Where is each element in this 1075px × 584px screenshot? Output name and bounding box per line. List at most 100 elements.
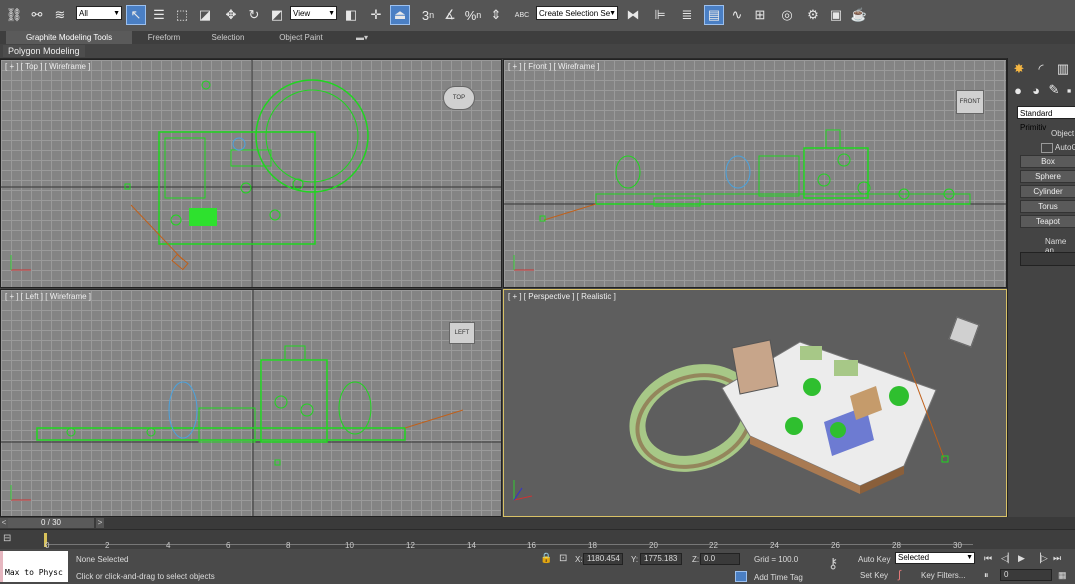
add-time-tag-button[interactable]: Add Time Tag xyxy=(754,573,803,582)
mirror-icon[interactable]: ⧓ xyxy=(623,5,643,25)
maxscript-text: Max to Physc xyxy=(5,568,63,577)
frame-counter[interactable]: 0 / 30 xyxy=(8,518,94,528)
current-frame-field[interactable]: 0 xyxy=(1000,569,1052,581)
left-wireframe-scene xyxy=(1,290,501,516)
percent-snap-icon[interactable]: % n xyxy=(463,5,483,25)
align-icon[interactable]: ⊫ xyxy=(650,5,670,25)
schematic-view-icon[interactable]: ⊞ xyxy=(750,5,770,25)
select-manipulate-icon[interactable]: ✛ xyxy=(366,5,386,25)
torus-button[interactable]: Torus xyxy=(1020,200,1075,213)
hierarchy-tab-icon[interactable]: ▥ xyxy=(1054,60,1072,78)
bind-spacewarp-icon[interactable]: ≋ xyxy=(50,5,70,25)
go-to-start-icon[interactable]: ⏮ xyxy=(984,553,992,564)
keyboard-shortcut-toggle-icon[interactable]: ⏏ xyxy=(390,5,410,25)
shapes-icon[interactable]: ◕ xyxy=(1028,82,1044,98)
rendered-frame-icon[interactable]: ▣ xyxy=(826,5,846,25)
modify-tab-icon[interactable]: ◜ xyxy=(1032,60,1050,78)
time-configuration-icon[interactable]: ▦ xyxy=(1058,570,1067,581)
set-key-mode-icon[interactable]: ⚷ xyxy=(828,555,838,572)
front-wireframe-scene xyxy=(504,129,1006,271)
auto-key-button[interactable]: Auto Key xyxy=(858,555,890,564)
select-object-icon[interactable]: ↖ xyxy=(126,5,146,25)
viewcube-top[interactable]: TOP xyxy=(443,86,475,110)
layer-manager-icon[interactable]: ≣ xyxy=(677,5,697,25)
use-pivot-icon[interactable]: ◧ xyxy=(341,5,361,25)
named-selection-set-select[interactable]: Create Selection Se ▼ xyxy=(536,6,618,20)
tab-graphite-modeling-tools[interactable]: Graphite Modeling Tools xyxy=(6,31,132,44)
previous-frame-icon[interactable]: ◁▏ xyxy=(1001,553,1015,564)
x-coordinate-field[interactable]: 1180.454 xyxy=(583,553,623,565)
box-button[interactable]: Box xyxy=(1020,155,1075,168)
autogrid-checkbox[interactable] xyxy=(1041,143,1053,153)
polygon-modeling-panel[interactable]: Polygon Modeling xyxy=(3,45,85,57)
rectangle-region-icon[interactable]: ⬚ xyxy=(172,5,192,25)
time-tag-icon[interactable] xyxy=(735,571,747,582)
rollout-object-type[interactable]: Object xyxy=(1051,129,1074,138)
viewport-perspective[interactable]: [ + ] [ Perspective ] [ Realistic ] xyxy=(503,289,1007,517)
play-icon[interactable]: ▶ xyxy=(1018,553,1025,564)
link-icon[interactable]: ⛓ xyxy=(4,5,24,25)
select-by-name-icon[interactable]: ☰ xyxy=(149,5,169,25)
viewcube-left[interactable]: LEFT xyxy=(449,322,475,344)
ribbon-options-icon[interactable]: ▬▾ xyxy=(352,31,372,44)
teapot-button[interactable]: Teapot xyxy=(1020,215,1075,228)
time-slider-next-icon[interactable]: > xyxy=(96,518,104,528)
lights-icon[interactable]: ✎ xyxy=(1046,82,1062,98)
absolute-mode-icon[interactable]: ⊡ xyxy=(559,553,567,564)
angle-snap-icon[interactable]: ∡ xyxy=(440,5,460,25)
move-icon[interactable]: ✥ xyxy=(221,5,241,25)
tab-object-paint[interactable]: Object Paint xyxy=(268,31,334,44)
edit-named-selections-icon[interactable]: ABC xyxy=(512,5,532,25)
render-setup-icon[interactable]: ⚙ xyxy=(803,5,823,25)
key-mode-select[interactable]: Selected ▼ xyxy=(895,552,975,564)
curve-editor-icon[interactable]: ∿ xyxy=(727,5,747,25)
viewcube-front[interactable]: FRONT xyxy=(956,90,984,114)
graphite-toggle-icon[interactable]: ▤ xyxy=(704,5,724,25)
set-key-button[interactable]: Set Key xyxy=(860,571,888,580)
cylinder-button[interactable]: Cylinder xyxy=(1020,185,1075,198)
perspective-scene xyxy=(513,339,949,501)
key-filters-button[interactable]: Key Filters... xyxy=(921,571,965,580)
ribbon-panel xyxy=(0,44,1075,59)
snaps-toggle-icon[interactable]: 3n xyxy=(418,5,438,25)
y-coordinate-field[interactable]: 1775.183 xyxy=(640,553,682,565)
scale-icon[interactable]: ◩ xyxy=(267,5,287,25)
go-to-end-icon[interactable]: ⏭ xyxy=(1053,553,1061,564)
render-icon[interactable]: ☕ xyxy=(849,5,869,25)
mini-curve-editor-icon[interactable]: ⊟ xyxy=(3,533,17,545)
rotate-icon[interactable]: ↻ xyxy=(244,5,264,25)
autogrid-label: AutoG xyxy=(1055,143,1075,152)
track-bar[interactable]: ⊟ xyxy=(0,529,1075,550)
cameras-icon[interactable]: ▪ xyxy=(1062,82,1075,98)
geometry-icon[interactable]: ● xyxy=(1010,82,1026,98)
y-label: Y: xyxy=(631,555,639,564)
maxscript-listener[interactable]: Max to Physc xyxy=(0,551,68,582)
create-tab-icon[interactable]: ✸ xyxy=(1010,60,1028,78)
top-wireframe-scene xyxy=(1,60,501,287)
time-slider-prev-icon[interactable]: < xyxy=(0,518,8,528)
z-coordinate-field[interactable]: 0.0 xyxy=(700,553,740,565)
lock-selection-icon[interactable]: 🔒 xyxy=(540,553,552,564)
key-mode-toggle-icon[interactable]: ⏸ xyxy=(984,570,989,581)
default-in-out-tangent-icon[interactable]: ∫ xyxy=(898,569,901,581)
window-crossing-icon[interactable]: ◪ xyxy=(195,5,215,25)
tab-selection[interactable]: Selection xyxy=(200,31,256,44)
tab-freeform[interactable]: Freeform xyxy=(136,31,192,44)
sphere-button[interactable]: Sphere xyxy=(1020,170,1075,183)
x-label: X: xyxy=(575,555,583,564)
viewport-left[interactable]: [ + ] [ Left ] [ Wireframe ] LEFT xyxy=(0,289,502,517)
object-name-field[interactable] xyxy=(1020,252,1075,266)
reference-coordinate-select[interactable]: View ▼ xyxy=(290,6,337,20)
spinner-snap-icon[interactable]: ⇕ xyxy=(486,5,506,25)
material-editor-icon[interactable]: ◎ xyxy=(777,5,797,25)
z-label: Z: xyxy=(692,555,700,564)
ribbon-tab-bar: Graphite Modeling Tools Freeform Selecti… xyxy=(0,31,1075,44)
time-slider[interactable]: < 0 / 30 > xyxy=(0,517,1075,529)
viewport-top[interactable]: [ + ] [ Top ] [ Wireframe ] TOP xyxy=(0,59,502,288)
viewport-front[interactable]: [ + ] [ Front ] [ Wireframe ] FRONT xyxy=(503,59,1007,288)
status-bar: Max to Physc None Selected Click or clic… xyxy=(0,549,1075,584)
unlink-icon[interactable]: ⚯ xyxy=(27,5,47,25)
object-category-select[interactable]: Standard Primitiv xyxy=(1017,106,1075,132)
next-frame-icon[interactable]: ▕▷ xyxy=(1034,553,1048,564)
selection-filter-select[interactable]: All ▼ xyxy=(76,6,122,20)
